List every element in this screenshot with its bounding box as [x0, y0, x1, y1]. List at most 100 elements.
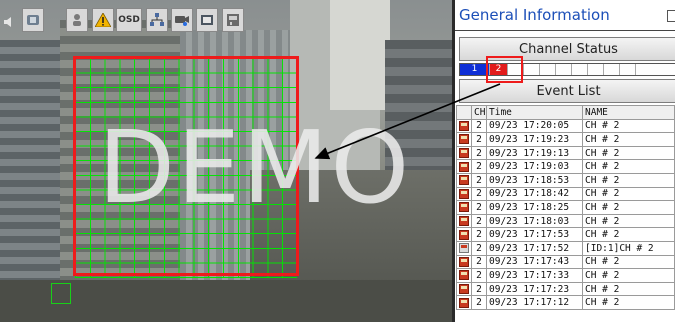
event-channel: 2 [471, 227, 487, 242]
event-name: CH # 2 [582, 159, 675, 174]
motion-event-icon [459, 120, 469, 131]
person-icon[interactable] [66, 8, 88, 32]
event-time: 09/23 17:17:12 [486, 295, 583, 310]
dvr-icon[interactable] [22, 8, 44, 32]
event-list-body: 2 09/23 17:20:05 CH # 2 2 09/23 17:19:23 CH #… [456, 118, 675, 310]
motion-cell-marker [51, 283, 71, 304]
column-header-ch[interactable]: CH [471, 105, 487, 120]
event-list-label: Event List [536, 83, 601, 99]
ptz-camera-icon[interactable] [171, 8, 193, 32]
table-header-row: CH Time NAME [456, 105, 675, 120]
event-type-cell [456, 172, 472, 188]
event-type-cell [456, 254, 472, 270]
event-type-cell [456, 118, 472, 134]
event-channel: 2 [471, 186, 487, 202]
event-type-cell [456, 186, 472, 202]
event-type-cell [456, 227, 472, 242]
speaker-icon[interactable] [4, 17, 14, 27]
event-type-cell [456, 213, 472, 229]
event-channel: 2 [471, 118, 487, 134]
event-time: 09/23 17:17:53 [486, 227, 583, 242]
video-loss-event-icon [459, 243, 469, 254]
motion-event-icon [459, 175, 469, 186]
icon-column-header [456, 105, 472, 120]
network-icon[interactable] [146, 8, 168, 32]
motion-event-icon [459, 188, 469, 199]
event-row[interactable]: 2 09/23 17:18:25 CH # 2 [456, 200, 675, 215]
event-name: CH # 2 [582, 145, 675, 161]
playback-icon[interactable] [196, 8, 218, 32]
motion-event-icon [459, 202, 469, 213]
event-name: CH # 2 [582, 118, 675, 134]
event-row[interactable]: 2 09/23 17:17:53 CH # 2 [456, 227, 675, 242]
event-channel: 2 [471, 172, 487, 188]
alarm-warning-icon[interactable] [92, 8, 114, 32]
channel-status-label: Channel Status [519, 41, 618, 57]
channel-indicator-empty [588, 64, 604, 75]
event-row[interactable]: 2 09/23 17:19:23 CH # 2 [456, 132, 675, 147]
channel-indicator-empty [604, 64, 620, 75]
event-channel: 2 [471, 159, 487, 174]
background-building [330, 0, 390, 110]
event-time: 09/23 17:17:43 [486, 254, 583, 270]
event-time: 09/23 17:19:23 [486, 132, 583, 147]
event-type-cell [456, 145, 472, 161]
event-row[interactable]: 2 09/23 17:18:03 CH # 2 [456, 213, 675, 229]
event-type-cell [456, 240, 472, 256]
event-list-table: CH Time NAME 2 09/23 17:20:05 CH # 2 2 09/23… [456, 105, 675, 310]
event-row[interactable]: 2 09/23 17:19:13 CH # 2 [456, 145, 675, 161]
event-name: CH # 2 [582, 200, 675, 215]
event-channel: 2 [471, 268, 487, 283]
event-time: 09/23 17:18:25 [486, 200, 583, 215]
event-time: 09/23 17:18:53 [486, 172, 583, 188]
osd-button[interactable]: OSD [116, 8, 142, 32]
event-type-cell [456, 159, 472, 174]
event-time: 09/23 17:18:03 [486, 213, 583, 229]
event-name: [ID:1]CH # 2 [582, 240, 675, 256]
event-channel: 2 [471, 254, 487, 270]
column-header-time[interactable]: Time [486, 105, 583, 120]
video-toolbar: OSD [0, 8, 260, 38]
event-time: 09/23 17:17:52 [486, 240, 583, 256]
event-type-cell [456, 132, 472, 147]
motion-event-icon [459, 134, 469, 145]
event-type-cell [456, 268, 472, 283]
event-row[interactable]: 2 09/23 17:18:42 CH # 2 [456, 186, 675, 202]
live-video-view[interactable]: OSD DEMO [0, 0, 452, 322]
event-time: 09/23 17:20:05 [486, 118, 583, 134]
event-row[interactable]: 2 09/23 17:17:52 [ID:1]CH # 2 [456, 240, 675, 256]
event-row[interactable]: 2 09/23 17:19:03 CH # 2 [456, 159, 675, 174]
event-row[interactable]: 2 09/23 17:17:43 CH # 2 [456, 254, 675, 270]
event-channel: 2 [471, 132, 487, 147]
motion-event-icon [459, 270, 469, 281]
event-type-cell [456, 281, 472, 297]
event-name: CH # 2 [582, 186, 675, 202]
motion-event-icon [459, 148, 469, 159]
motion-event-icon [459, 297, 469, 308]
panel-corner-bracket [667, 10, 675, 22]
audio-device-icon[interactable] [222, 8, 244, 32]
event-row[interactable]: 2 09/23 17:17:33 CH # 2 [456, 268, 675, 283]
motion-event-icon [459, 161, 469, 172]
event-name: CH # 2 [582, 281, 675, 297]
event-time: 09/23 17:19:03 [486, 159, 583, 174]
event-channel: 2 [471, 213, 487, 229]
event-row[interactable]: 2 09/23 17:17:12 CH # 2 [456, 295, 675, 310]
channel-indicator-empty [572, 64, 588, 75]
motion-event-icon [459, 284, 469, 295]
event-row[interactable]: 2 09/23 17:17:23 CH # 2 [456, 281, 675, 297]
event-channel: 2 [471, 295, 487, 310]
column-header-name[interactable]: NAME [582, 105, 675, 120]
channel-indicator-empty [540, 64, 556, 75]
event-name: CH # 2 [582, 132, 675, 147]
event-channel: 2 [471, 281, 487, 297]
event-name: CH # 2 [582, 213, 675, 229]
event-channel: 2 [471, 240, 487, 256]
event-time: 09/23 17:17:33 [486, 268, 583, 283]
demo-watermark: DEMO [98, 109, 412, 226]
channel-indicator-empty [636, 64, 652, 75]
event-row[interactable]: 2 09/23 17:20:05 CH # 2 [456, 118, 675, 134]
title-divider [455, 30, 675, 31]
event-name: CH # 2 [582, 227, 675, 242]
event-row[interactable]: 2 09/23 17:18:53 CH # 2 [456, 172, 675, 188]
